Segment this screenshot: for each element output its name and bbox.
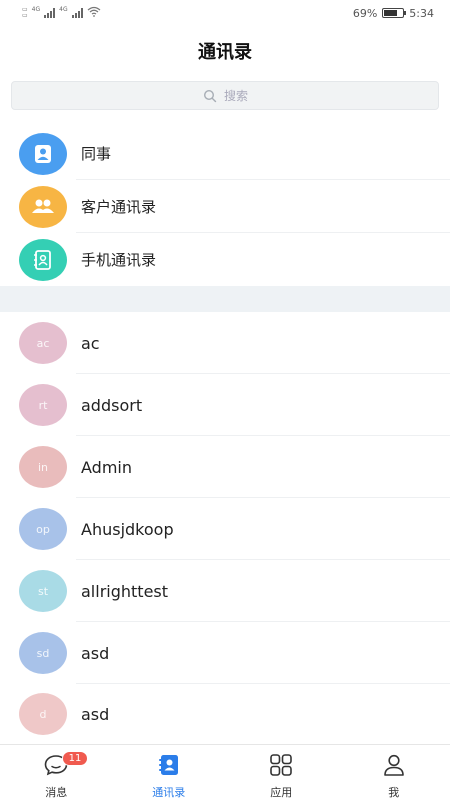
status-bar: ▭ ▭ 4G 4G 69% 5:34	[0, 0, 450, 26]
status-right: 69% 5:34	[353, 7, 434, 20]
contact-avatar: d	[19, 693, 67, 735]
contacts-icon	[157, 753, 181, 781]
battery-percent: 69%	[352, 6, 378, 20]
signal-icon-2	[71, 8, 83, 18]
group-label: 手机通讯录	[81, 251, 157, 269]
contact-name: ac	[81, 333, 100, 353]
avatar-initials: sd	[36, 646, 50, 660]
signal-icon	[44, 8, 56, 18]
battery-fill	[384, 10, 397, 16]
contact-name: Ahusjdkoop	[81, 519, 174, 539]
tab-contacts[interactable]: 通讯录	[113, 745, 226, 800]
clock: 5:34	[409, 6, 434, 20]
contact-row[interactable]: sd asd	[0, 622, 450, 684]
avatar-initials: d	[39, 707, 47, 721]
person-icon	[19, 132, 67, 175]
contact-name: allrighttest	[81, 581, 169, 601]
group-icon	[19, 185, 67, 228]
contact-name: asd	[81, 643, 110, 663]
contact-avatar: ac	[19, 322, 67, 364]
contact-row[interactable]: d asd	[0, 684, 450, 744]
page-title: 通讯录	[198, 42, 252, 63]
contact-avatar: sd	[19, 632, 67, 674]
group-customer-contacts[interactable]: 客户通讯录	[0, 180, 450, 233]
signal-indicators: ▭ ▭ 4G 4G	[22, 6, 101, 20]
wifi-icon	[87, 6, 101, 20]
unread-badge: 11	[62, 751, 88, 766]
tab-label: 应用	[270, 786, 293, 799]
profile-icon	[382, 753, 406, 781]
contact-row[interactable]: rt addsort	[0, 374, 450, 436]
tab-label: 消息	[45, 786, 68, 799]
group-label: 同事	[81, 145, 112, 163]
contact-row[interactable]: ac ac	[0, 312, 450, 374]
group-label: 客户通讯录	[81, 198, 157, 216]
tab-label: 我	[388, 786, 400, 799]
network-type: 4G	[31, 6, 41, 13]
contact-name: Admin	[81, 457, 132, 477]
tab-me[interactable]: 我	[338, 745, 450, 800]
contact-avatar: in	[19, 446, 67, 488]
section-divider	[0, 286, 450, 312]
group-phone-contacts[interactable]: 手机通讯录	[0, 233, 450, 286]
avatar-initials: op	[36, 522, 50, 536]
tab-label: 通讯录	[152, 786, 186, 799]
sim-icon: ▭ ▭	[22, 6, 28, 19]
search-input[interactable]: 搜索	[11, 81, 439, 110]
apps-grid-icon	[269, 753, 293, 781]
avatar-initials: st	[37, 584, 49, 598]
contact-row[interactable]: op Ahusjdkoop	[0, 498, 450, 560]
tab-messages[interactable]: 11 消息	[0, 745, 113, 800]
contact-avatar: rt	[19, 384, 67, 426]
group-colleagues[interactable]: 同事	[0, 127, 450, 180]
network-type-2: 4G	[59, 6, 68, 13]
title-bar: 通讯录	[0, 26, 450, 76]
contact-name: addsort	[81, 395, 143, 415]
bottom-tab-bar: 11 消息 通讯录 应用 我	[0, 744, 450, 800]
search-icon	[202, 88, 218, 104]
battery-icon	[382, 8, 407, 18]
contact-avatar: st	[19, 570, 67, 612]
search-placeholder: 搜索	[223, 89, 248, 103]
avatar-initials: in	[37, 460, 49, 474]
avatar-initials: rt	[38, 398, 48, 412]
avatar-initials: ac	[36, 336, 50, 350]
contact-book-icon	[19, 238, 67, 281]
tab-apps[interactable]: 应用	[225, 745, 338, 800]
contact-row[interactable]: in Admin	[0, 436, 450, 498]
contact-row[interactable]: st allrighttest	[0, 560, 450, 622]
contact-avatar: op	[19, 508, 67, 550]
contact-name: asd	[81, 704, 110, 724]
